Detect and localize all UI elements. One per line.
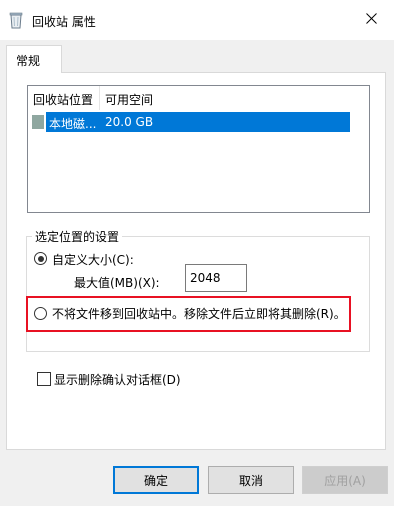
title-bar: 回收站 属性 — [0, 0, 394, 40]
cancel-button-label: 取消 — [238, 473, 263, 488]
drive-icon — [32, 115, 44, 129]
max-size-input[interactable]: 2048 — [185, 264, 247, 292]
custom-size-label[interactable]: 自定义大小(C): — [52, 251, 134, 268]
ok-button-label: 确定 — [143, 473, 168, 488]
cancel-button[interactable]: 取消 — [208, 466, 294, 494]
apply-button[interactable]: 应用(A) — [302, 466, 388, 494]
close-button[interactable] — [348, 0, 394, 40]
window-title: 回收站 属性 — [32, 15, 96, 29]
confirm-delete-label[interactable]: 显示删除确认对话框(D) — [54, 371, 181, 388]
max-size-value: 2048 — [190, 271, 221, 285]
column-separator[interactable] — [99, 86, 100, 110]
confirm-delete-checkbox[interactable] — [37, 372, 51, 386]
tab-general-label: 常规 — [16, 54, 41, 68]
custom-size-radio[interactable] — [34, 252, 47, 265]
no-move-label[interactable]: 不将文件移到回收站中。移除文件后立即将其删除(R)。 — [52, 305, 346, 322]
tab-general[interactable]: 常规 — [6, 45, 62, 73]
ok-button[interactable]: 确定 — [113, 466, 199, 494]
recycle-bin-icon — [8, 11, 24, 29]
settings-group-legend: 选定位置的设置 — [32, 228, 123, 245]
apply-button-label: 应用(A) — [324, 473, 366, 488]
recycle-bin-location-list[interactable]: 回收站位置 可用空间 本地磁... 20.0 GB — [27, 85, 370, 213]
max-size-label: 最大值(MB)(X): — [74, 276, 160, 290]
radio-selected-dot — [37, 255, 44, 262]
list-item-free-space: 20.0 GB — [105, 115, 154, 129]
list-item-location: 本地磁... — [49, 117, 97, 131]
column-header-location[interactable]: 回收站位置 — [33, 91, 93, 108]
no-move-radio[interactable] — [34, 307, 47, 320]
close-icon — [365, 13, 377, 27]
list-item[interactable]: 本地磁... 20.0 GB — [46, 112, 350, 132]
column-header-free-space[interactable]: 可用空间 — [105, 91, 153, 108]
